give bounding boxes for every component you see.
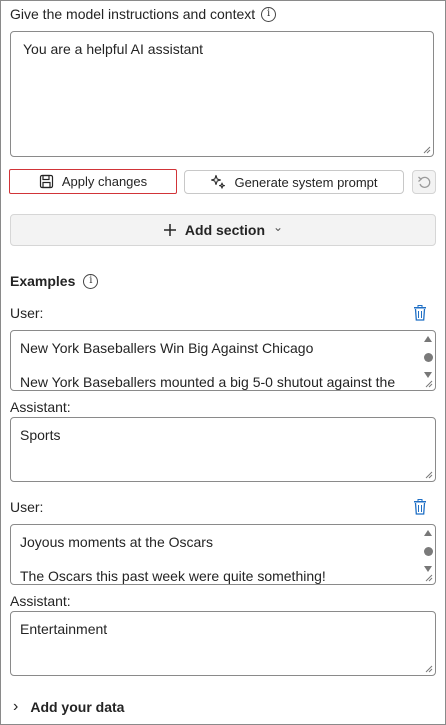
scroll-down-icon[interactable] [424, 372, 432, 378]
resize-grip-icon[interactable] [423, 146, 431, 154]
scroll-thumb[interactable] [423, 546, 433, 556]
example-user-line: New York Baseballers Win Big Against Chi… [20, 340, 314, 356]
scroll-up-icon[interactable] [424, 336, 432, 342]
resize-grip-icon[interactable] [425, 380, 433, 388]
plus-icon [163, 224, 176, 236]
delete-example-icon[interactable] [413, 499, 427, 515]
save-icon [39, 174, 53, 189]
system-message-heading: Give the model instructions and context … [10, 6, 277, 22]
example-user-input[interactable]: New York Baseballers Win Big Against Chi… [10, 330, 436, 391]
example-user-input[interactable]: Joyous moments at the Oscars The Oscars … [10, 524, 436, 585]
system-message-title: Give the model instructions and context [10, 6, 256, 22]
chevron-right-icon: › [13, 698, 19, 715]
system-message-value: You are a helpful AI assistant [23, 41, 204, 57]
add-your-data-label: Add your data [30, 699, 125, 715]
example-assistant-label: Assistant: [10, 399, 71, 415]
generate-system-prompt-button[interactable]: Generate system prompt [184, 170, 404, 194]
chevron-down-icon: ⌄ [273, 220, 284, 234]
add-your-data-toggle[interactable]: › Add your data [13, 698, 124, 716]
resize-grip-icon[interactable] [425, 471, 433, 479]
example-user-label: User: [10, 499, 44, 515]
example-user-line: New York Baseballers mounted a big 5-0 s… [20, 374, 396, 390]
generate-system-prompt-label: Generate system prompt [234, 174, 378, 190]
delete-example-icon[interactable] [413, 305, 427, 321]
apply-changes-label: Apply changes [61, 174, 148, 189]
examples-heading: Examples i [10, 273, 99, 289]
info-icon[interactable]: i [83, 273, 99, 289]
example-assistant-label: Assistant: [10, 593, 71, 609]
info-icon[interactable]: i [261, 6, 277, 22]
example-assistant-value: Entertainment [20, 621, 108, 637]
sparkle-icon [211, 174, 226, 189]
example-assistant-input[interactable]: Entertainment [10, 611, 436, 676]
scroll-down-icon[interactable] [424, 566, 432, 572]
example-assistant-input[interactable]: Sports [10, 417, 436, 482]
reset-button[interactable] [412, 170, 436, 194]
scroll-thumb[interactable] [423, 352, 433, 362]
scroll-up-icon[interactable] [424, 530, 432, 536]
example-user-line: The Oscars this past week were quite som… [20, 568, 326, 584]
example-assistant-value: Sports [20, 427, 61, 443]
add-section-button[interactable]: Add section ⌄ [10, 214, 436, 246]
chat-setup-panel: Give the model instructions and context … [0, 0, 446, 725]
apply-changes-button[interactable]: Apply changes [9, 169, 177, 194]
resize-grip-icon[interactable] [425, 574, 433, 582]
scrollbar[interactable] [423, 333, 433, 378]
examples-title: Examples [10, 273, 76, 289]
example-user-label: User: [10, 305, 44, 321]
example-user-line: Joyous moments at the Oscars [20, 534, 213, 550]
resize-grip-icon[interactable] [425, 665, 433, 673]
scrollbar[interactable] [423, 527, 433, 572]
undo-icon [418, 176, 431, 188]
system-message-textarea[interactable]: You are a helpful AI assistant [10, 31, 434, 157]
add-section-label: Add section [184, 222, 266, 238]
